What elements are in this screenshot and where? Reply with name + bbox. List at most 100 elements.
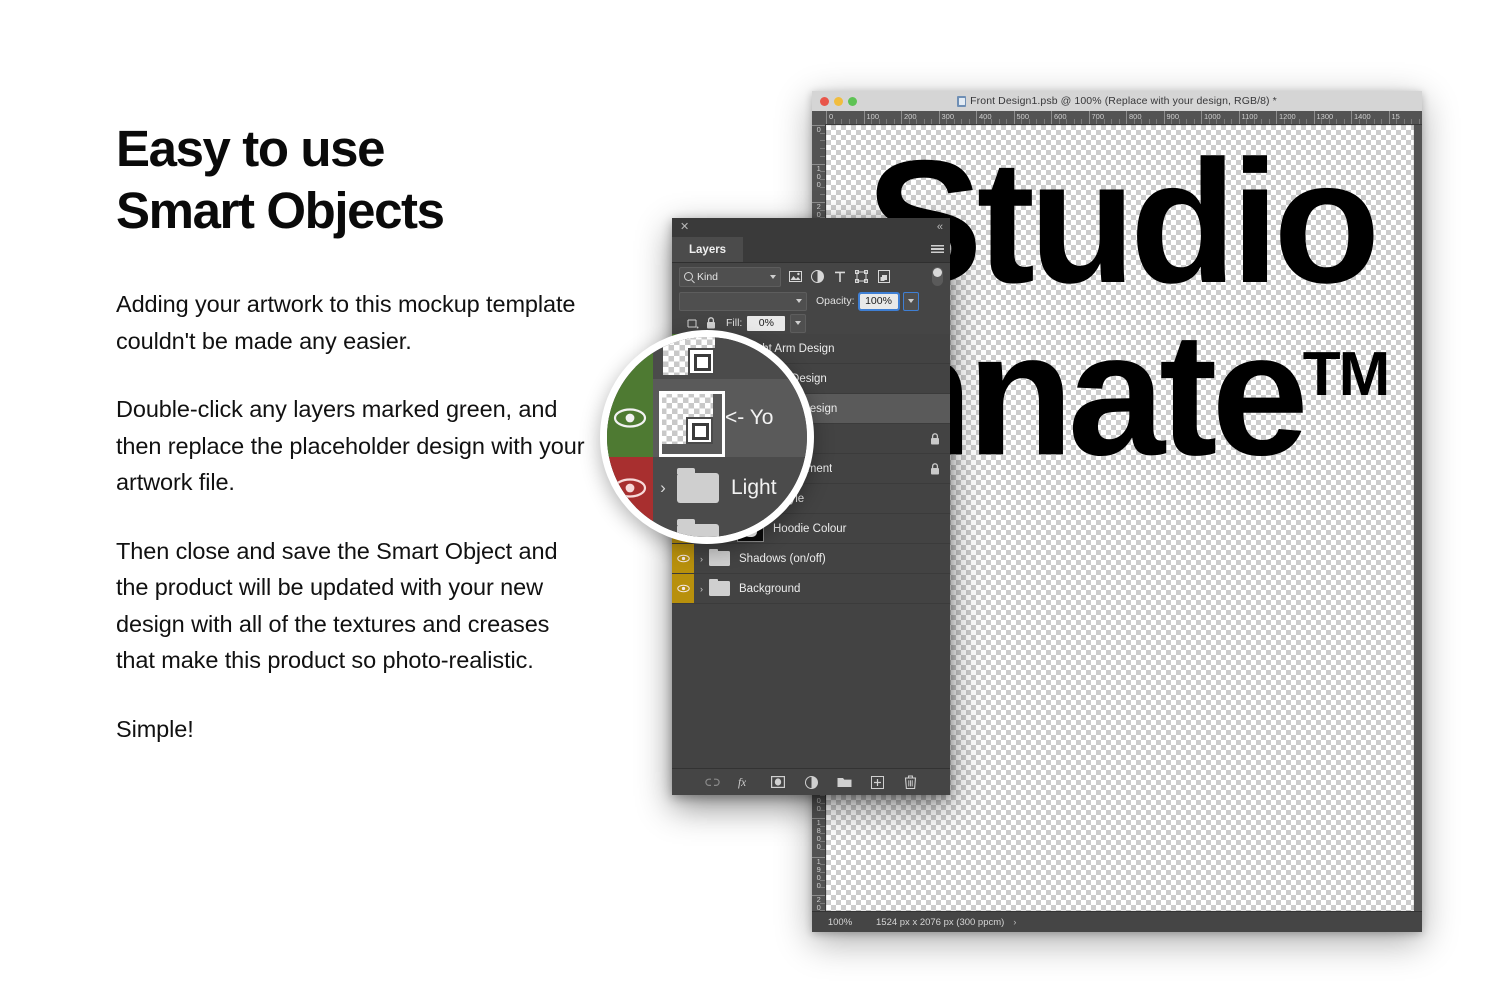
layer-visibility-toggle[interactable]	[607, 519, 653, 537]
ruler-minor-tick	[916, 119, 917, 124]
magnified-layer-name: Light	[731, 476, 777, 500]
ruler-minor-tick	[820, 133, 825, 134]
ruler-minor-tick	[1374, 119, 1375, 124]
ruler-minor-tick	[1299, 119, 1300, 124]
search-icon	[684, 272, 693, 281]
ruler-minor-tick	[1366, 119, 1367, 124]
layer-style-fx-icon[interactable]: fx	[738, 775, 753, 790]
folder-icon	[709, 551, 730, 566]
collapse-panel-icon[interactable]: «	[937, 222, 942, 233]
ruler-tick: 0	[826, 111, 833, 124]
magnifier-loupe: <- Yo › Light ›	[600, 330, 814, 544]
horizontal-ruler[interactable]: 0100200300400500600700800900100011001200…	[812, 111, 1422, 125]
layers-panel-bottom-toolbar[interactable]: fx	[672, 768, 950, 795]
trademark-symbol: TM	[1303, 340, 1389, 409]
ruler-minor-tick	[991, 119, 992, 124]
folder-icon	[677, 524, 719, 537]
ruler-minor-tick	[820, 841, 825, 842]
ruler-minor-tick	[871, 119, 872, 124]
tab-layers[interactable]: Layers	[672, 237, 743, 262]
link-layers-icon[interactable]	[705, 775, 720, 790]
ruler-tick: 100	[812, 164, 825, 189]
ruler-minor-tick	[1411, 119, 1412, 124]
ruler-minor-tick	[820, 887, 825, 888]
layer-visibility-toggle[interactable]	[672, 544, 694, 573]
ruler-minor-tick	[1059, 119, 1060, 124]
lock-all-icon[interactable]	[704, 317, 717, 330]
ruler-minor-tick	[1261, 119, 1262, 124]
ruler-minor-tick	[1066, 119, 1067, 124]
ruler-minor-tick	[820, 179, 825, 180]
delete-layer-icon[interactable]	[903, 775, 918, 790]
layer-visibility-toggle[interactable]	[672, 574, 694, 603]
eye-icon	[613, 477, 647, 499]
add-layer-mask-icon[interactable]	[771, 775, 786, 790]
layer-name: Background	[739, 583, 800, 595]
blend-mode-dropdown[interactable]	[679, 292, 807, 311]
ruler-tick: 1000	[1201, 111, 1221, 124]
fill-stepper-chevron[interactable]	[790, 314, 806, 333]
ruler-minor-tick	[820, 826, 825, 827]
close-icon[interactable]: ✕	[680, 222, 689, 233]
panel-tab-bar[interactable]: Layers	[672, 237, 950, 263]
magnified-layer-row[interactable]	[607, 337, 807, 380]
filter-kind-dropdown[interactable]: Kind	[679, 267, 781, 287]
type-layer-filter-icon[interactable]	[832, 269, 847, 284]
ruler-minor-tick	[1156, 119, 1157, 124]
magnified-layer-row-selected[interactable]: <- Yo	[607, 379, 807, 458]
new-group-icon[interactable]	[837, 775, 852, 790]
shape-layer-filter-icon[interactable]	[854, 269, 869, 284]
ruler-minor-tick	[1336, 119, 1337, 124]
folder-icon	[677, 473, 719, 503]
fill-input[interactable]: 0%	[747, 316, 785, 331]
eye-icon	[677, 584, 690, 593]
document-title: Front Design1.psb @ 100% (Replace with y…	[812, 95, 1422, 107]
eye-icon	[677, 554, 690, 563]
layer-visibility-toggle[interactable]	[607, 379, 653, 457]
pixel-layer-filter-icon[interactable]	[788, 269, 803, 284]
chevron-right-icon[interactable]: ›	[653, 529, 673, 537]
ruler-minor-tick	[1419, 119, 1420, 124]
table-row[interactable]: ›Shadows (on/off)	[672, 544, 950, 574]
chevron-down-icon	[796, 299, 802, 303]
new-adjustment-layer-icon[interactable]	[804, 775, 819, 790]
layer-filter-row[interactable]: Kind	[672, 263, 950, 290]
ruler-minor-tick	[820, 210, 825, 211]
filter-enable-toggle[interactable]	[932, 267, 943, 286]
chevron-right-icon[interactable]: ›	[653, 478, 673, 498]
ruler-minor-tick	[909, 119, 910, 124]
magnified-layer-row[interactable]: › Light	[607, 457, 807, 520]
ruler-minor-tick	[1104, 119, 1105, 124]
table-row[interactable]: › Background	[672, 574, 950, 604]
ruler-minor-tick	[969, 119, 970, 124]
chevron-right-icon[interactable]: ›	[694, 554, 709, 564]
ruler-minor-tick	[1246, 119, 1247, 124]
hamburger-menu-icon[interactable]	[924, 237, 950, 262]
ruler-minor-tick	[879, 119, 880, 124]
smart-object-filter-icon[interactable]	[876, 269, 891, 284]
ruler-minor-tick	[820, 171, 825, 172]
folder-icon	[709, 581, 730, 596]
magnified-layer-row[interactable]: ›	[607, 519, 807, 537]
status-expand-arrow[interactable]: ›	[1013, 917, 1016, 927]
document-title-bar[interactable]: Front Design1.psb @ 100% (Replace with y…	[812, 91, 1422, 112]
lock-artboard-icon[interactable]	[686, 317, 699, 330]
ruler-minor-tick	[820, 872, 825, 873]
ruler-minor-tick	[820, 156, 825, 157]
new-layer-icon[interactable]	[870, 775, 885, 790]
blend-mode-row[interactable]: Opacity: 100%	[672, 290, 950, 312]
adjustment-layer-filter-icon[interactable]	[810, 269, 825, 284]
ruler-minor-tick	[954, 119, 955, 124]
ruler-minor-tick	[961, 119, 962, 124]
instructions-panel: Easy to use Smart Objects Adding your ar…	[116, 118, 586, 747]
opacity-stepper-chevron[interactable]	[903, 292, 919, 311]
opacity-input[interactable]: 100%	[860, 294, 898, 309]
chevron-right-icon[interactable]: ›	[694, 584, 709, 594]
smart-object-thumbnail[interactable]	[663, 337, 715, 375]
layer-visibility-toggle[interactable]	[607, 457, 653, 519]
layer-visibility-toggle[interactable]	[607, 337, 653, 379]
ruler-minor-tick	[1044, 119, 1045, 124]
smart-object-thumbnail[interactable]	[661, 392, 713, 444]
ruler-minor-tick	[999, 119, 1000, 124]
ruler-minor-tick	[820, 194, 825, 195]
